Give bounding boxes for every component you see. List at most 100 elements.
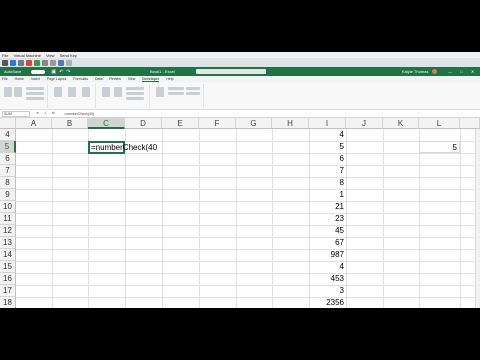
- insert-control-icon[interactable]: [102, 87, 110, 97]
- cell-i4[interactable]: 4: [309, 129, 346, 141]
- stop-icon[interactable]: [18, 59, 24, 66]
- cell-i11[interactable]: 23: [309, 213, 346, 225]
- tab-insert[interactable]: Insert: [31, 77, 40, 81]
- tab-page-layout[interactable]: Page Layout: [47, 77, 67, 81]
- row-header-17[interactable]: 17: [0, 285, 16, 297]
- cell-i7[interactable]: 7: [309, 165, 346, 177]
- vm-menu-file[interactable]: File: [2, 53, 8, 58]
- start-icon[interactable]: [10, 59, 16, 66]
- design-mode-icon[interactable]: [114, 87, 122, 97]
- relative-references-icon[interactable]: [26, 92, 44, 95]
- autosave-label[interactable]: AutoSave: [4, 69, 21, 74]
- column-header-f[interactable]: F: [199, 118, 236, 129]
- tab-formulas[interactable]: Formulas: [73, 77, 88, 81]
- import-icon[interactable]: [186, 87, 200, 90]
- column-header-l[interactable]: L: [419, 118, 460, 129]
- tab-view[interactable]: View: [128, 77, 136, 81]
- formula-input[interactable]: =numberCheck(40): [64, 111, 94, 117]
- tab-review[interactable]: Review: [109, 77, 120, 81]
- column-header-a[interactable]: A: [16, 118, 52, 129]
- macros-icon[interactable]: [14, 87, 22, 97]
- cell-i14[interactable]: 987: [309, 249, 346, 261]
- row-header-14[interactable]: 14: [0, 249, 16, 261]
- user-name[interactable]: Kaiyle Thomas: [402, 69, 428, 74]
- save-icon[interactable]: ▣: [51, 69, 56, 75]
- excel-addins-icon[interactable]: [68, 87, 76, 97]
- redo-icon[interactable]: ↷: [66, 69, 70, 75]
- column-header-i[interactable]: I: [309, 118, 346, 129]
- tab-help[interactable]: Help: [166, 77, 173, 81]
- cell-l5[interactable]: 5: [419, 141, 460, 153]
- minimize-icon[interactable]: —: [448, 69, 452, 74]
- cancel-icon[interactable]: ✕: [36, 111, 39, 115]
- column-header-g[interactable]: G: [236, 118, 272, 129]
- row-header-7[interactable]: 7: [0, 165, 16, 177]
- export-icon[interactable]: [186, 92, 200, 95]
- record-macro-icon[interactable]: [26, 87, 44, 90]
- undo-icon[interactable]: ↶: [59, 69, 63, 75]
- row-header-12[interactable]: 12: [0, 225, 16, 237]
- row-header-6[interactable]: 6: [0, 153, 16, 165]
- cell-i9[interactable]: 1: [309, 189, 346, 201]
- autosave-toggle[interactable]: [31, 69, 46, 74]
- column-header-d[interactable]: D: [125, 118, 162, 129]
- cell-i16[interactable]: 453: [309, 273, 346, 285]
- row-header-8[interactable]: 8: [0, 177, 16, 189]
- revert-icon[interactable]: [66, 59, 72, 66]
- select-all-corner[interactable]: [0, 118, 16, 129]
- row-header-11[interactable]: 11: [0, 213, 16, 225]
- shutdown-icon[interactable]: [26, 59, 32, 66]
- cell-i8[interactable]: 8: [309, 177, 346, 189]
- active-cell-c5[interactable]: =numberCheck(40: [88, 141, 157, 154]
- maximize-icon[interactable]: □: [460, 69, 462, 74]
- row-header-5[interactable]: 5: [0, 141, 16, 153]
- row-header-13[interactable]: 13: [0, 237, 16, 249]
- vm-menu-send-key[interactable]: Send Key: [60, 53, 77, 58]
- vm-menu-view[interactable]: View: [46, 53, 55, 58]
- column-header-k[interactable]: K: [383, 118, 419, 129]
- row-header-16[interactable]: 16: [0, 273, 16, 285]
- cell-i5[interactable]: 5: [309, 141, 346, 153]
- cell-i10[interactable]: 21: [309, 201, 346, 213]
- vertical-scrollbar[interactable]: [475, 129, 480, 308]
- row-header-4[interactable]: 4: [0, 129, 16, 141]
- map-properties-icon[interactable]: [168, 87, 184, 90]
- column-header-b[interactable]: B: [52, 118, 88, 129]
- cell-i13[interactable]: 67: [309, 237, 346, 249]
- cell-i12[interactable]: 45: [309, 225, 346, 237]
- row-header-15[interactable]: 15: [0, 261, 16, 273]
- column-header-m[interactable]: [460, 118, 480, 129]
- insert-function-icon[interactable]: fx: [52, 111, 55, 115]
- name-box[interactable]: SUM: [2, 111, 30, 117]
- vm-menu-virtual-machine[interactable]: Virtual Machine: [13, 53, 41, 58]
- addins-icon[interactable]: [54, 87, 62, 97]
- power-icon[interactable]: [34, 59, 40, 66]
- row-header-10[interactable]: 10: [0, 201, 16, 213]
- cell-i17[interactable]: 3: [309, 285, 346, 297]
- tab-file[interactable]: File: [2, 77, 8, 81]
- tab-data[interactable]: Data: [95, 77, 102, 81]
- search-box[interactable]: [196, 69, 266, 74]
- tab-home[interactable]: Home: [15, 77, 24, 81]
- run-dialog-icon[interactable]: [126, 97, 144, 100]
- close-icon[interactable]: ✕: [471, 69, 474, 74]
- enter-icon[interactable]: ✓: [44, 111, 47, 115]
- pause-icon[interactable]: [42, 59, 48, 66]
- view-code-icon[interactable]: [126, 92, 144, 95]
- reset-icon[interactable]: [50, 59, 56, 66]
- expansion-packs-icon[interactable]: [168, 92, 184, 95]
- macro-security-icon[interactable]: [26, 97, 44, 100]
- cell-i15[interactable]: 4: [309, 261, 346, 273]
- column-header-h[interactable]: H: [272, 118, 309, 129]
- cell-i18[interactable]: 2356: [309, 297, 346, 308]
- avatar[interactable]: [432, 69, 437, 74]
- column-header-e[interactable]: E: [162, 118, 199, 129]
- column-header-j[interactable]: J: [346, 118, 383, 129]
- row-header-18[interactable]: 18: [0, 297, 16, 308]
- column-header-c[interactable]: C: [88, 118, 125, 129]
- cell-i6[interactable]: 6: [309, 153, 346, 165]
- checkpoint-icon[interactable]: [58, 59, 64, 66]
- tab-developer[interactable]: Developer: [142, 77, 160, 82]
- row-header-9[interactable]: 9: [0, 189, 16, 201]
- com-addins-icon[interactable]: [82, 87, 90, 97]
